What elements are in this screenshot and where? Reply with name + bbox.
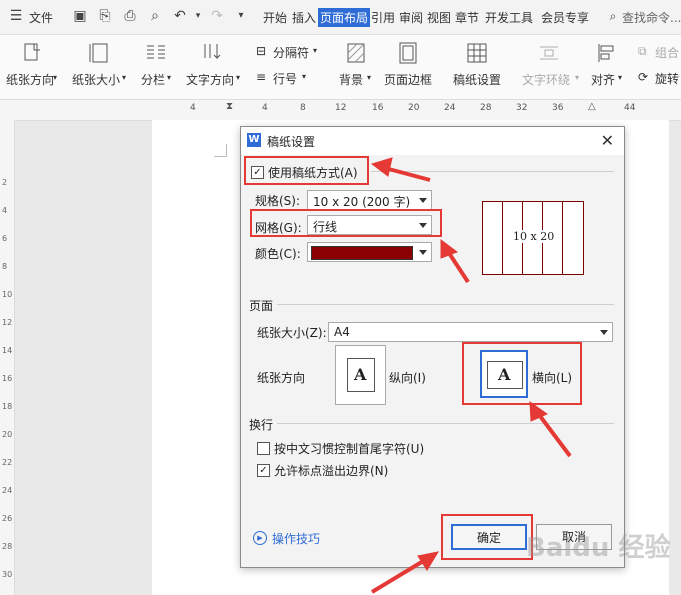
annotation-arrows xyxy=(370,157,572,594)
watermark: Baidu 经验 xyxy=(526,533,671,563)
